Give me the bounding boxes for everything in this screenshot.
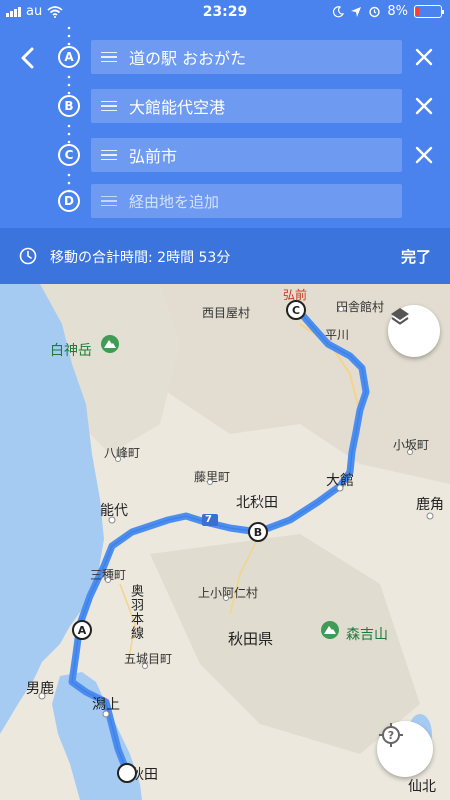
crosshair-question-icon: ? — [379, 723, 403, 747]
drag-handle-icon[interactable] — [101, 51, 117, 63]
layers-icon — [391, 308, 409, 325]
total-time-text: 移動の合計時間: 2時間 53分 — [50, 250, 231, 266]
marker-a[interactable]: A — [72, 620, 92, 640]
map-view[interactable]: 7 弘前 田舎館村 西目屋村 平川 白神岳 八峰町 藤里町 小坂町 大館 鹿角 … — [0, 284, 450, 800]
remove-stop-a-icon[interactable] — [414, 47, 434, 67]
add-stop-field[interactable]: 経由地を追加 — [91, 184, 402, 218]
done-button[interactable]: 完了 — [401, 246, 431, 267]
stop-text-a: 道の駅 おおがた — [129, 49, 247, 68]
total-time-bar: 移動の合計時間: 2時間 53分 完了 — [0, 228, 450, 284]
stop-row-d: D 経由地を追加 — [0, 184, 450, 218]
battery-percent: 8% — [387, 4, 408, 19]
moon-icon — [333, 5, 345, 17]
directions-header: A 道の駅 おおがた B 大館能代空港 C 弘前市 D 経由地を追加 — [0, 24, 450, 228]
stop-text-b: 大館能代空港 — [129, 98, 226, 117]
clock-icon — [19, 247, 37, 265]
stop-field-b[interactable]: 大館能代空港 — [91, 89, 402, 123]
drag-handle-icon — [101, 195, 117, 207]
stop-field-c[interactable]: 弘前市 — [91, 138, 402, 172]
stop-letter-a: A — [58, 46, 80, 68]
stop-row-b: B 大館能代空港 — [0, 89, 450, 123]
marker-b[interactable]: B — [248, 522, 268, 542]
location-arrow-icon — [351, 6, 362, 17]
status-bar: au 23:29 8% — [0, 0, 450, 24]
layers-button[interactable] — [388, 305, 440, 357]
remove-stop-b-icon[interactable] — [414, 96, 434, 116]
status-right: 8% — [332, 4, 444, 19]
stop-letter-c: C — [58, 144, 80, 166]
stop-letter-b: B — [58, 95, 80, 117]
stop-field-a[interactable]: 道の駅 おおがた — [91, 40, 402, 74]
drag-handle-icon[interactable] — [101, 149, 117, 161]
remove-stop-c-icon[interactable] — [414, 145, 434, 165]
destination-marker[interactable] — [117, 763, 137, 783]
add-stop-placeholder: 経由地を追加 — [129, 192, 220, 211]
stop-text-c: 弘前市 — [129, 147, 178, 166]
marker-c[interactable]: C — [286, 300, 306, 320]
stop-row-a: A 道の駅 おおがた — [0, 40, 450, 74]
alarm-icon — [369, 6, 381, 18]
my-location-button[interactable]: ? — [377, 721, 433, 777]
stop-letter-d: D — [58, 190, 80, 212]
svg-text:?: ? — [388, 729, 394, 742]
stop-row-c: C 弘前市 — [0, 138, 450, 172]
battery-icon — [414, 5, 444, 18]
drag-handle-icon[interactable] — [101, 100, 117, 112]
